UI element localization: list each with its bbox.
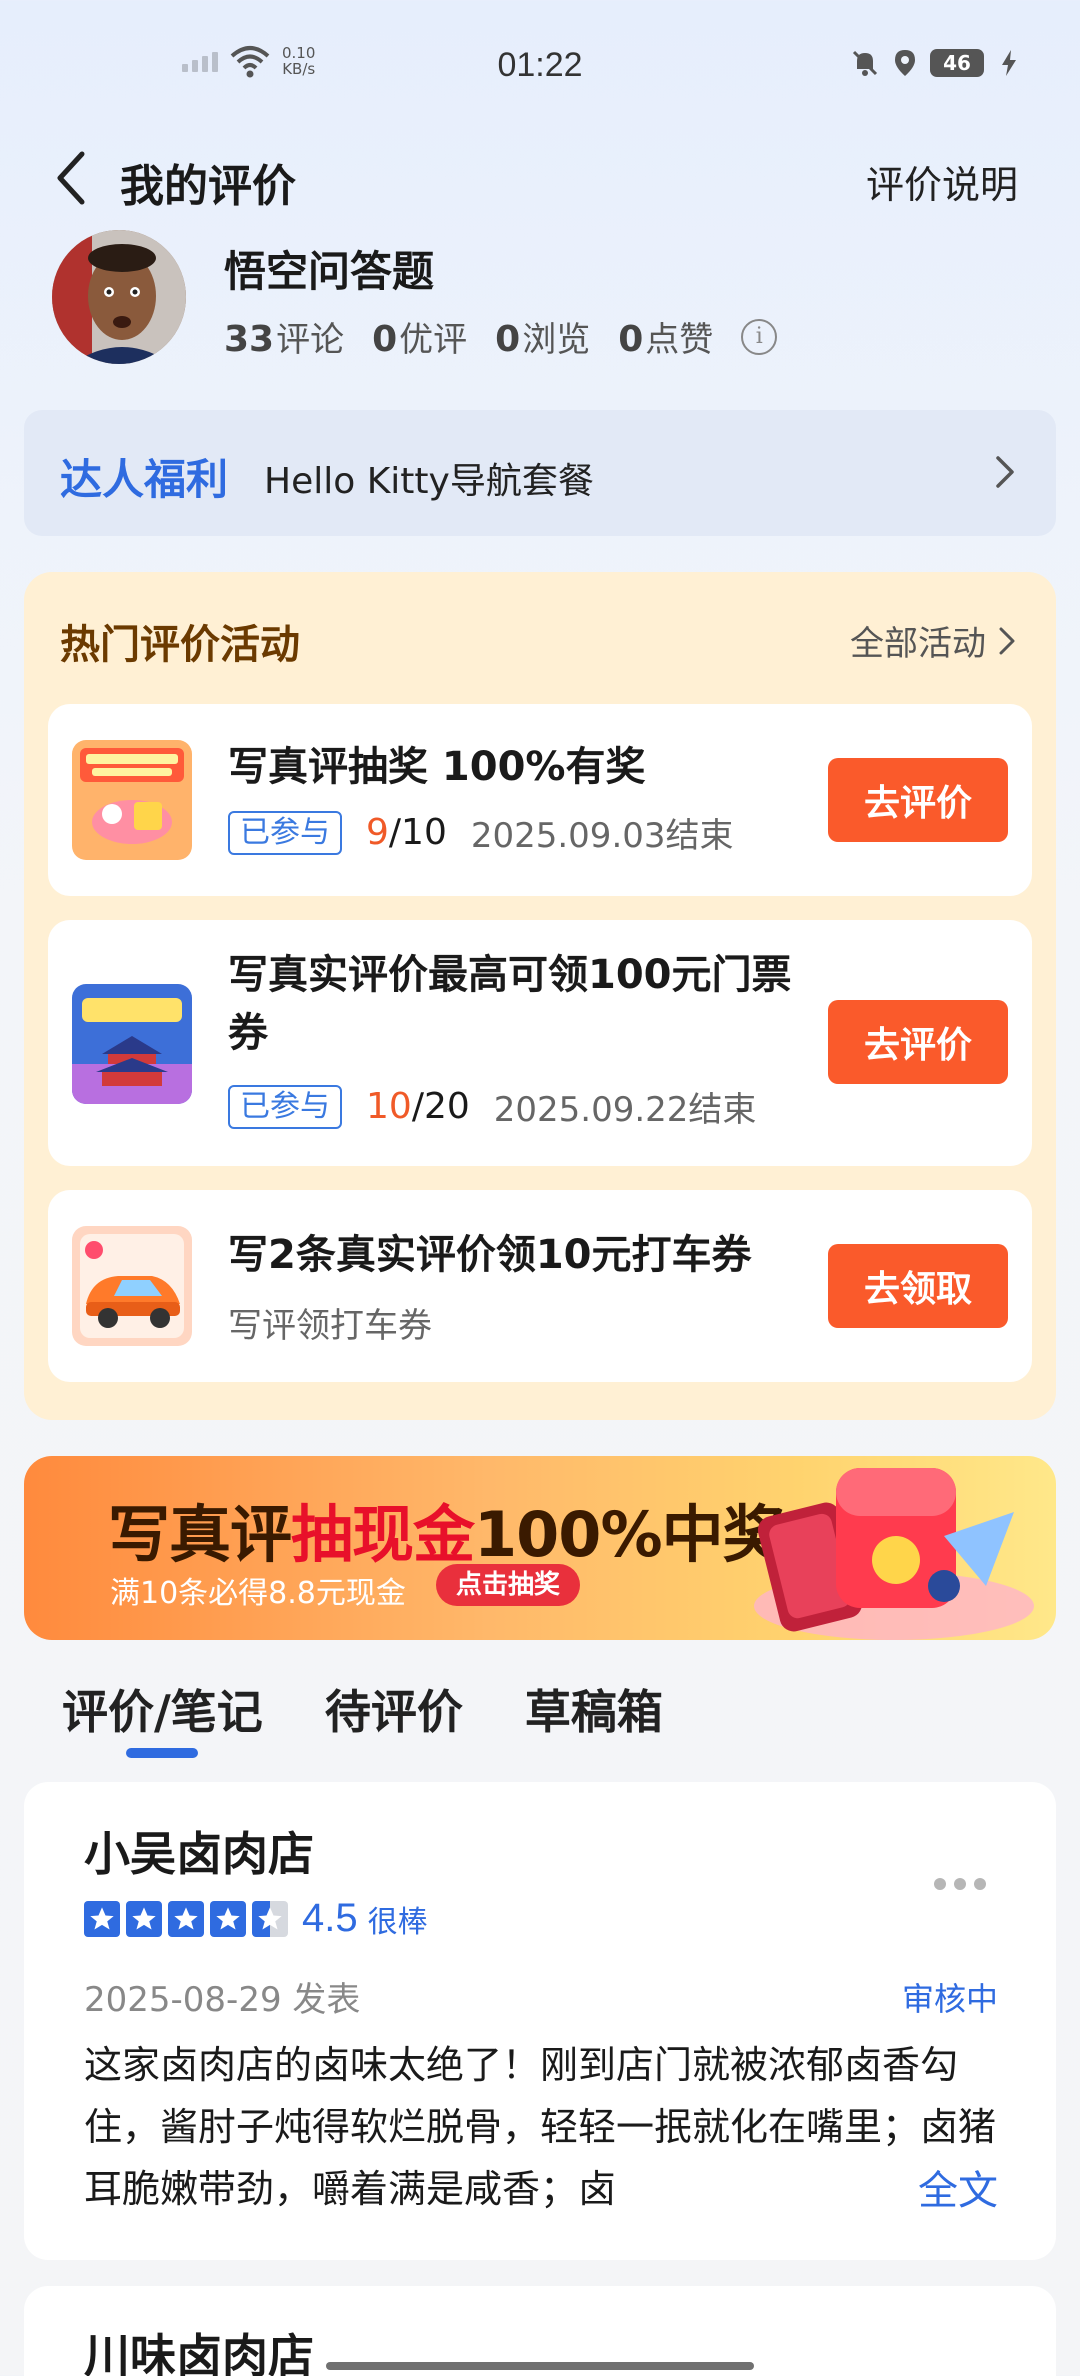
activity-thumbnail <box>72 740 192 860</box>
gift-image-icon <box>72 740 192 860</box>
status-right: 46 <box>850 48 1024 78</box>
mute-bell-icon <box>852 50 878 76</box>
activities-title: 热门评价活动 <box>60 622 300 668</box>
benefit-text: Hello Kitty导航套餐 <box>264 461 594 502</box>
shop-name[interactable]: 小吴卤肉店 <box>84 1818 314 1884</box>
charging-icon <box>1002 50 1016 76</box>
review-card[interactable]: 小吴卤肉店 4.5 很棒 2025-08-29 发表 审核中 这家卤肉店的卤味太… <box>24 1782 1056 2260</box>
more-options-icon[interactable] <box>934 1878 986 1890</box>
stat-views: 0 浏览 <box>495 312 590 361</box>
banner-title: 写真评抽现金100%中奖 <box>108 1484 785 1574</box>
review-status-badge: 审核中 <box>901 1980 998 2018</box>
progress-total: /20 <box>411 1086 470 1127</box>
activity-subtitle: 写评领打车券 <box>228 1306 432 1346</box>
activity-meta: 已参与 9/10 2025.09.03结束 <box>228 808 734 857</box>
benefit-label: 达人福利 <box>60 455 229 504</box>
star-icon <box>126 1900 162 1937</box>
activity-deadline: 2025.09.22结束 <box>493 1090 757 1130</box>
back-button[interactable] <box>48 138 96 218</box>
stat-count: 0 <box>495 319 521 360</box>
activity-thumbnail <box>72 984 192 1104</box>
chevron-left-icon <box>57 151 85 205</box>
hot-activities-panel: 热门评价活动 全部活动 写真评抽奖 100%有奖 已参与 9/10 2025.0… <box>24 572 1056 1420</box>
rating-score: 4.5 <box>302 1896 358 1940</box>
temple-ticket-image-icon <box>72 984 192 1104</box>
banner-subtitle: 满10条必得8.8元现金 <box>110 1576 406 1611</box>
red-envelope-phone-icon <box>754 1468 1034 1640</box>
activity-name: 写真评抽奖 100%有奖 <box>228 744 646 790</box>
navbar: 我的评价 评价说明 <box>0 130 1080 230</box>
tab-drafts[interactable]: 草稿箱 <box>525 1676 663 1766</box>
star-icon <box>84 1900 120 1937</box>
home-indicator[interactable] <box>326 2362 754 2370</box>
stat-label: 浏览 <box>522 320 591 360</box>
review-tabs: 评价/笔记 待评价 草稿箱 <box>62 1676 663 1766</box>
chevron-right-icon <box>999 627 1015 654</box>
banner-title-part1: 写真评 <box>108 1498 292 1571</box>
activity-thumbnail <box>72 1226 192 1346</box>
banner-cta-button[interactable]: 点击抽奖 <box>436 1564 581 1606</box>
activity-card[interactable]: 写2条真实评价领10元打车券 写评领打车券 去领取 <box>48 1190 1032 1382</box>
stat-count: 33 <box>224 319 275 360</box>
all-activities-label: 全部活动 <box>850 624 986 664</box>
stat-label: 优评 <box>399 320 468 360</box>
tab-pending-review[interactable]: 待评价 <box>325 1676 463 1766</box>
activity-meta: 已参与 10/20 2025.09.22结束 <box>228 1082 756 1131</box>
activity-name: 写2条真实评价领10元打车券 <box>228 1232 752 1278</box>
star-icon <box>168 1900 204 1937</box>
profile-header: 悟空问答题 33 评论 0 优评 0 浏览 0 点赞 i <box>52 228 1032 368</box>
all-activities-link[interactable]: 全部活动 <box>850 616 1016 665</box>
page-title: 我的评价 <box>120 161 296 212</box>
stat-label: 评论 <box>276 320 345 360</box>
tab-reviews-notes[interactable]: 评价/笔记 <box>62 1676 263 1766</box>
star-rating <box>84 1900 288 1937</box>
info-icon[interactable]: i <box>741 318 778 355</box>
stat-excellent: 0 优评 <box>372 312 467 361</box>
rating-word: 很棒 <box>367 1904 428 1940</box>
profile-name: 悟空问答题 <box>224 247 435 296</box>
review-guide-link[interactable]: 评价说明 <box>866 154 1018 209</box>
go-review-button[interactable]: 去评价 <box>828 758 1008 842</box>
activity-card[interactable]: 写真评抽奖 100%有奖 已参与 9/10 2025.09.03结束 去评价 <box>48 704 1032 896</box>
claim-button[interactable]: 去领取 <box>828 1244 1008 1328</box>
chevron-right-icon <box>996 456 1014 488</box>
stat-likes: 0 点赞 <box>618 312 713 361</box>
go-review-button[interactable]: 去评价 <box>828 1000 1008 1084</box>
stat-count: 0 <box>618 319 644 360</box>
rating: 4.5 很棒 <box>84 1896 428 1941</box>
half-star-icon <box>252 1900 288 1937</box>
progress-total: /10 <box>388 812 447 853</box>
activity-progress: 10/20 <box>366 1086 470 1127</box>
joined-tag: 已参与 <box>228 810 342 855</box>
stat-label: 点赞 <box>645 320 714 360</box>
banner-title-highlight: 抽现金 <box>291 1498 475 1571</box>
status-bar: 0.10 KB/s 01:22 46 <box>0 0 1080 136</box>
activity-deadline: 2025.09.03结束 <box>470 816 734 856</box>
activity-card[interactable]: 写真实评价最高可领100元门票券 已参与 10/20 2025.09.22结束 … <box>48 920 1032 1166</box>
stat-count: 0 <box>372 319 398 360</box>
shop-name[interactable]: 川味卤肉店 <box>84 2320 314 2376</box>
star-icon <box>210 1900 246 1937</box>
stat-comments: 33 评论 <box>224 312 344 361</box>
activity-name: 写真实评价最高可领100元门票券 <box>228 952 792 1056</box>
joined-tag: 已参与 <box>228 1084 342 1129</box>
battery-indicator: 46 <box>930 49 984 77</box>
expert-benefit-bar[interactable]: 达人福利 Hello Kitty导航套餐 <box>24 410 1056 536</box>
review-date: 2025-08-29 发表 <box>84 1980 361 2020</box>
avatar[interactable] <box>52 230 186 364</box>
progress-current: 9 <box>366 812 389 853</box>
activity-progress: 9/10 <box>366 812 447 853</box>
profile-stats: 33 评论 0 优评 0 浏览 0 点赞 i <box>224 312 778 361</box>
cash-lottery-banner[interactable]: 写真评抽现金100%中奖 满10条必得8.8元现金 点击抽奖 <box>24 1456 1056 1640</box>
car-coupon-image-icon <box>72 1226 192 1346</box>
avatar-image <box>52 230 186 364</box>
location-icon <box>895 50 915 76</box>
progress-current: 10 <box>366 1086 412 1127</box>
full-text-link[interactable]: 全文 <box>828 2158 998 2216</box>
